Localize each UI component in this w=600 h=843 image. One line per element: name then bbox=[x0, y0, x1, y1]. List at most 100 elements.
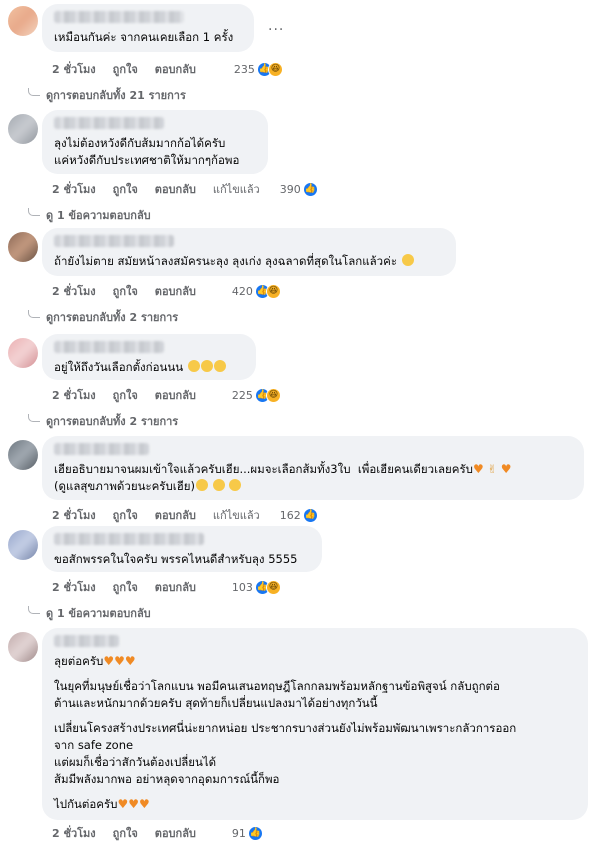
reaction-count[interactable]: 420 👍 😆 bbox=[232, 283, 281, 299]
like-button[interactable]: ถูกใจ bbox=[113, 60, 138, 78]
edited-label: แก้ไขแล้ว bbox=[212, 183, 260, 196]
haha-icon: 😆 bbox=[265, 283, 281, 299]
view-replies-link[interactable]: ดูการตอบกลับทั้ง 21 รายการ bbox=[28, 86, 186, 104]
timestamp[interactable]: 2 ชั่วโมง bbox=[52, 824, 96, 842]
timestamp[interactable]: 2 ชั่วโมง bbox=[52, 506, 96, 524]
comment-text: อยู่ให้ถึงวันเลือกตั้งก่อนนน bbox=[54, 359, 244, 376]
reaction-count[interactable]: 390 👍 bbox=[280, 181, 318, 197]
comment-text: ในยุคที่มนุษย์เชื่อว่าโลกแบน พอมีคนเสนอท… bbox=[54, 679, 500, 710]
haha-icon: 😆 bbox=[265, 387, 281, 403]
comment-text: เหมือนกันค่ะ จากคนเคยเลือก 1 ครั้ง bbox=[54, 30, 234, 44]
view-replies-link[interactable]: ดูการตอบกลับทั้ง 2 รายการ bbox=[28, 412, 178, 430]
comment-actions: 2 ชั่วโมง ถูกใจ ตอบกลับ 420 👍 😆 bbox=[52, 282, 281, 300]
timestamp[interactable]: 2 ชั่วโมง bbox=[52, 578, 96, 596]
reply-arrow-icon bbox=[28, 208, 40, 216]
reply-arrow-icon bbox=[28, 88, 40, 96]
like-icon: 👍 bbox=[302, 507, 318, 523]
reply-button[interactable]: ตอบกลับ bbox=[155, 578, 196, 596]
timestamp[interactable]: 2 ชั่วโมง bbox=[52, 60, 96, 78]
smile-emoji-icon bbox=[401, 254, 414, 266]
comment-text: เปลี่ยนโครงสร้างประเทศนี่น่ะยากหน่อย ประ… bbox=[54, 721, 517, 786]
laughing-emoji-icon bbox=[200, 360, 213, 372]
reaction-count[interactable]: 225 👍 😆 bbox=[232, 387, 281, 403]
comment-text: ไปกันต่อครับ♥♥♥ bbox=[54, 797, 150, 811]
reply-arrow-icon bbox=[28, 606, 40, 614]
comment-text: ถ้ายังไม่ตาย สมัยหน้าลงสมัครนะลุง ลุงเก่… bbox=[54, 253, 444, 270]
reply-button[interactable]: ตอบกลับ bbox=[155, 60, 196, 78]
commenter-name[interactable] bbox=[54, 235, 174, 247]
timestamp[interactable]: 2 ชั่วโมง bbox=[52, 180, 96, 198]
like-button[interactable]: ถูกใจ bbox=[113, 824, 138, 842]
avatar[interactable] bbox=[8, 632, 38, 662]
haha-icon: 😆 bbox=[267, 61, 283, 77]
comment-text: เฮียอธิบายมาจนผมเข้าใจแล้วครับเฮีย...ผมจ… bbox=[54, 462, 512, 476]
comment-text: ขอสักพรรคในใจครับ พรรคไหนดีสำหรับลุง 555… bbox=[54, 552, 298, 566]
like-icon: 👍 bbox=[302, 181, 318, 197]
avatar[interactable] bbox=[8, 530, 38, 560]
reaction-count[interactable]: 162 👍 bbox=[280, 507, 318, 523]
view-replies-link[interactable]: ดู 1 ข้อความตอบกลับ bbox=[28, 604, 151, 622]
like-button[interactable]: ถูกใจ bbox=[113, 180, 138, 198]
avatar[interactable] bbox=[8, 232, 38, 262]
reply-arrow-icon bbox=[28, 310, 40, 318]
reply-button[interactable]: ตอบกลับ bbox=[155, 506, 196, 524]
timestamp[interactable]: 2 ชั่วโมง bbox=[52, 282, 96, 300]
comment-bubble: อยู่ให้ถึงวันเลือกตั้งก่อนนน bbox=[42, 334, 256, 380]
timestamp[interactable]: 2 ชั่วโมง bbox=[52, 386, 96, 404]
commenter-name[interactable] bbox=[54, 11, 184, 23]
comment-actions: 2 ชั่วโมง ถูกใจ ตอบกลับ 235 👍 😆 bbox=[52, 60, 283, 78]
victory-hand-icon: ✌ bbox=[487, 462, 498, 476]
comment-text: ลุงไม่ต้องหวังดีกับส้มมากก้อได้ครับ bbox=[54, 136, 226, 150]
smile-emoji-icon bbox=[212, 479, 225, 491]
comment-text: (ดูแลสุขภาพด้วยนะครับเฮีย) bbox=[54, 478, 572, 495]
comment-actions: 2 ชั่วโมง ถูกใจ ตอบกลับ แก้ไขแล้ว 162 👍 bbox=[52, 506, 318, 524]
edited-label: แก้ไขแล้ว bbox=[212, 509, 260, 522]
like-button[interactable]: ถูกใจ bbox=[113, 506, 138, 524]
avatar[interactable] bbox=[8, 338, 38, 368]
view-replies-link[interactable]: ดู 1 ข้อความตอบกลับ bbox=[28, 206, 151, 224]
comment-bubble: เหมือนกันค่ะ จากคนเคยเลือก 1 ครั้ง bbox=[42, 4, 254, 52]
reply-button[interactable]: ตอบกลับ bbox=[155, 386, 196, 404]
view-replies-link[interactable]: ดูการตอบกลับทั้ง 2 รายการ bbox=[28, 308, 178, 326]
laughing-emoji-icon bbox=[213, 360, 226, 372]
reaction-count[interactable]: 103 👍 😆 bbox=[232, 579, 281, 595]
reply-arrow-icon bbox=[28, 414, 40, 422]
reaction-count[interactable]: 91 👍 bbox=[232, 825, 263, 841]
like-button[interactable]: ถูกใจ bbox=[113, 386, 138, 404]
commenter-name[interactable] bbox=[54, 533, 204, 545]
commenter-name[interactable] bbox=[54, 443, 149, 455]
comment-actions: 2 ชั่วโมง ถูกใจ ตอบกลับ แก้ไขแล้ว 390 👍 bbox=[52, 180, 318, 198]
comment-bubble: ถ้ายังไม่ตาย สมัยหน้าลงสมัครนะลุง ลุงเก่… bbox=[42, 228, 456, 276]
reply-button[interactable]: ตอบกลับ bbox=[155, 282, 196, 300]
avatar[interactable] bbox=[8, 114, 38, 144]
smile-emoji-icon bbox=[229, 479, 242, 491]
avatar[interactable] bbox=[8, 6, 38, 36]
haha-icon: 😆 bbox=[265, 579, 281, 595]
like-button[interactable]: ถูกใจ bbox=[113, 578, 138, 596]
comment-text: แค่หวังดีกับประเทศชาติให้มากๆก้อพอ bbox=[54, 153, 240, 167]
more-options-icon[interactable]: ··· bbox=[268, 22, 284, 38]
laughing-emoji-icon bbox=[187, 360, 200, 372]
comment-actions: 2 ชั่วโมง ถูกใจ ตอบกลับ 103 👍 😆 bbox=[52, 578, 281, 596]
like-button[interactable]: ถูกใจ bbox=[113, 282, 138, 300]
like-icon: 👍 bbox=[247, 825, 263, 841]
commenter-name[interactable] bbox=[54, 635, 119, 647]
orange-heart-icon: ♥ bbox=[472, 462, 484, 476]
comment-bubble: ลุยต่อครับ♥♥♥ ในยุคที่มนุษย์เชื่อว่าโลกแ… bbox=[42, 628, 588, 820]
reply-button[interactable]: ตอบกลับ bbox=[155, 824, 196, 842]
smile-emoji-icon bbox=[195, 479, 208, 491]
reply-button[interactable]: ตอบกลับ bbox=[155, 180, 196, 198]
comment-actions: 2 ชั่วโมง ถูกใจ ตอบกลับ 225 👍 😆 bbox=[52, 386, 281, 404]
orange-heart-icon: ♥♥♥ bbox=[103, 654, 136, 668]
comment-text: ลุยต่อครับ♥♥♥ bbox=[54, 654, 136, 668]
commenter-name[interactable] bbox=[54, 117, 164, 129]
comment-bubble: เฮียอธิบายมาจนผมเข้าใจแล้วครับเฮีย...ผมจ… bbox=[42, 436, 584, 500]
comment-actions: 2 ชั่วโมง ถูกใจ ตอบกลับ 91 👍 bbox=[52, 824, 263, 842]
comment-bubble: ลุงไม่ต้องหวังดีกับส้มมากก้อได้ครับ แค่ห… bbox=[42, 110, 268, 174]
commenter-name[interactable] bbox=[54, 341, 164, 353]
comment-bubble: ขอสักพรรคในใจครับ พรรคไหนดีสำหรับลุง 555… bbox=[42, 526, 322, 572]
orange-heart-icon: ♥ bbox=[500, 462, 512, 476]
orange-heart-icon: ♥♥♥ bbox=[117, 797, 150, 811]
avatar[interactable] bbox=[8, 440, 38, 470]
reaction-count[interactable]: 235 👍 😆 bbox=[234, 61, 283, 77]
